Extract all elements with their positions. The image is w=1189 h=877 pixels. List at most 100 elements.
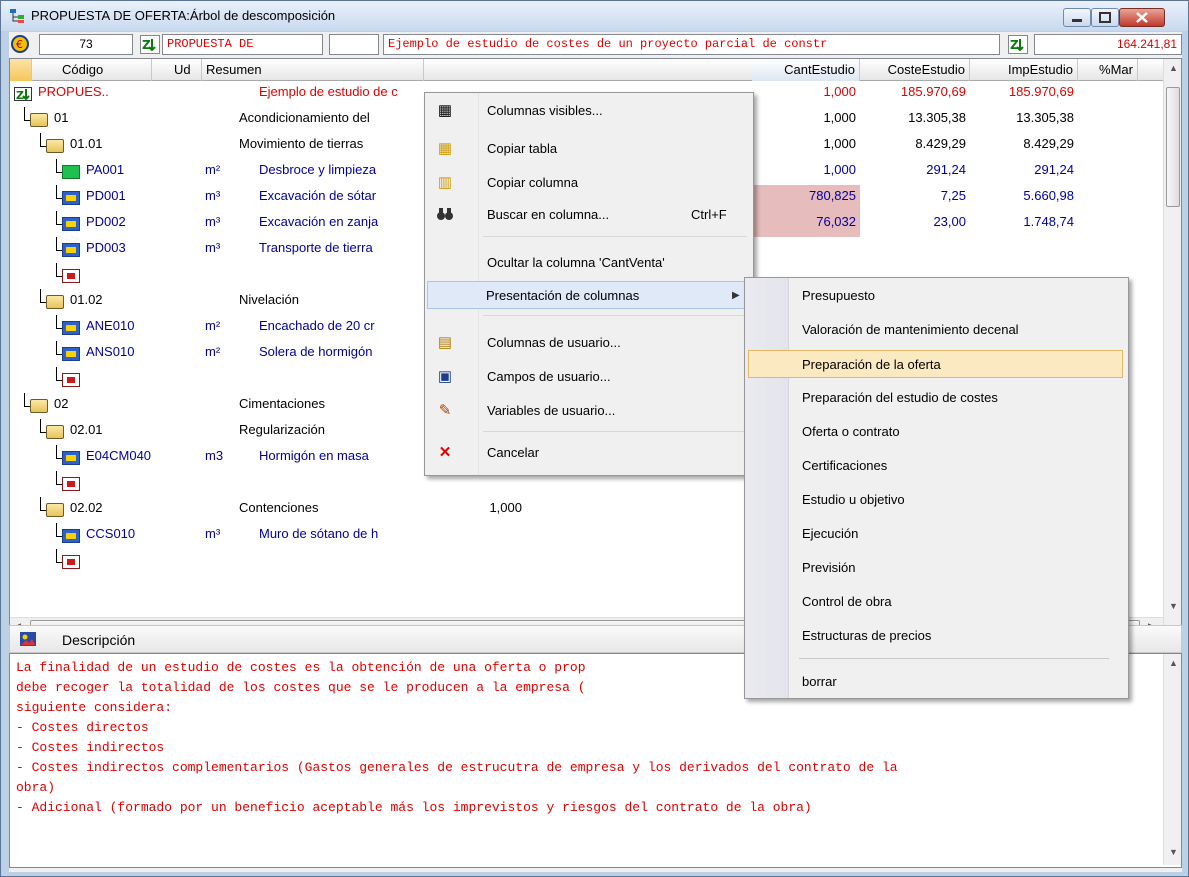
count-field[interactable]: 73 [39,34,133,55]
menu-item-user-fields[interactable]: ▣ Campos de usuario... [427,363,751,391]
tree-app-icon [9,8,25,24]
description-title: Descripción [62,632,136,648]
cell-costeestudio: 7,25 [940,188,966,203]
scroll-down-arrow-icon[interactable]: ▼ [1169,601,1178,611]
cell-codigo: PD003 [86,240,126,255]
menu-item-hide-column[interactable]: Ocultar la columna 'CantVenta' [427,249,751,277]
submenu-item-control-obra[interactable]: Control de obra [748,588,1123,616]
submenu-item-mantenimiento[interactable]: Valoración de mantenimiento decenal [748,316,1123,344]
submenu-item-preparacion-oferta[interactable]: Preparación de la oferta [748,350,1123,378]
binoculars-icon [436,206,454,224]
col-header-costeestudio[interactable]: CosteEstudio [860,59,970,81]
menu-item-visible-columns[interactable]: ▦ Columnas visibles... [427,97,751,125]
chapter-folder-icon[interactable] [46,139,64,153]
maximize-button[interactable] [1091,8,1119,27]
col-header-impestudio[interactable]: ImpEstudio [970,59,1078,81]
col-header-ud[interactable]: Ud [152,59,202,81]
submenu-item-ejecucion[interactable]: Ejecución [748,520,1123,548]
code-field[interactable]: PROPUESTA DE [162,34,323,55]
close-button[interactable] [1119,8,1165,27]
grid-vertical-scrollbar[interactable]: ▲ ▼ [1163,59,1181,635]
chapter-folder-icon[interactable] [46,425,64,439]
submenu-item-preparacion-estudio[interactable]: Preparación del estudio de costes [748,384,1123,412]
tree-connector [56,523,57,537]
item-unit-icon[interactable] [62,321,80,335]
window-title: PROPUESTA DE OFERTA:Árbol de descomposic… [31,8,336,23]
visible-columns-icon: ▦ [437,102,453,119]
unit-field[interactable] [329,34,379,55]
cell-impestudio: 5.660,98 [1023,188,1074,203]
cell-resumen [259,263,424,289]
item-unit-icon[interactable] [62,243,80,257]
total-field[interactable]: 164.241,81 [1034,34,1182,55]
grid-header: Código Ud Resumen CantEstudio CosteEstud… [10,59,1163,81]
menu-item-user-variables[interactable]: ✎ Variables de usuario... [427,397,751,425]
cell-codigo: PD002 [86,214,126,229]
submenu-item-estructuras-precios[interactable]: Estructuras de precios [748,622,1123,650]
cell-ud: m³ [205,214,221,229]
description-scrollbar[interactable]: ▲ ▼ [1163,654,1181,865]
picture-icon[interactable] [20,632,36,646]
cell-resumen: Excavación de sótar [259,188,377,203]
submenu-item-borrar[interactable]: borrar [748,668,1123,696]
svg-text:€: € [16,38,23,51]
end-marker-icon[interactable] [62,373,80,387]
desc-scroll-down-icon[interactable]: ▼ [1169,847,1178,857]
col-header-codigo[interactable]: Código [32,59,152,81]
menu-item-user-columns[interactable]: ▤ Columnas de usuario... [427,329,751,357]
cell-codigo [86,471,202,497]
desc-scroll-up-icon[interactable]: ▲ [1169,658,1178,668]
submenu-item-prevision[interactable]: Previsión [748,554,1123,582]
euro-coin-icon[interactable]: € [11,35,29,53]
item-unit-icon[interactable] [62,217,80,231]
menu-item-label: Copiar tabla [487,141,558,156]
minimize-button[interactable] [1063,8,1091,27]
submenu-item-label: Ejecución [802,526,859,541]
menu-item-column-presentation[interactable]: Presentación de columnas ▶ [427,281,751,309]
menu-item-search-column[interactable]: Buscar en columna... Ctrl+F [427,201,751,229]
col-header-resumen[interactable]: Resumen [202,59,424,81]
sort-za-icon-2[interactable]: Z [1008,35,1028,54]
cell-codigo: PD001 [86,188,126,203]
cell-codigo [86,367,202,393]
end-marker-icon[interactable] [62,477,80,491]
submenu-item-certificaciones[interactable]: Certificaciones [748,452,1123,480]
submenu-item-oferta-contrato[interactable]: Oferta o contrato [748,418,1123,446]
chapter-folder-icon[interactable] [30,113,48,127]
cell-codigo: E04CM040 [86,448,152,463]
chapter-folder-icon[interactable] [30,399,48,413]
item-unit-icon[interactable] [62,191,80,205]
item-unit-icon[interactable] [62,347,80,361]
col-header-cantestudio[interactable]: CantEstudio [752,59,860,81]
cell-codigo: 01.02 [70,292,103,307]
summary-field[interactable]: Ejemplo de estudio de costes de un proye… [383,34,1000,55]
submenu-arrow-icon: ▶ [732,290,740,301]
end-marker-icon[interactable] [62,269,80,283]
cell-impestudio: 291,24 [1034,162,1074,177]
sort-za-icon[interactable]: Z [140,35,160,54]
submenu-item-presupuesto[interactable]: Presupuesto [748,282,1123,310]
menu-item-label: Columnas de usuario... [487,335,621,350]
scroll-up-arrow-icon[interactable]: ▲ [1169,63,1178,73]
menu-item-copy-column[interactable]: ▥ Copiar columna [427,169,751,197]
cell-ud: m² [205,162,221,177]
submenu-item-label: Preparación de la oferta [802,357,941,372]
menu-item-copy-table[interactable]: ▦ Copiar tabla [427,135,751,163]
tree-connector [24,107,25,121]
root-budget-icon[interactable]: Z [14,87,32,102]
vertical-scroll-thumb[interactable] [1166,87,1180,207]
cell-ud: m³ [205,240,221,255]
cancel-icon: ✕ [438,444,452,461]
menu-item-label: Ocultar la columna 'CantVenta' [487,255,665,270]
item-unit-icon[interactable] [62,529,80,543]
menu-item-cancel[interactable]: ✕ Cancelar [427,439,751,467]
item-green-icon[interactable] [62,165,80,179]
item-unit-icon[interactable] [62,451,80,465]
cell-cantestudio: 780,825 [752,185,860,211]
end-marker-icon[interactable] [62,555,80,569]
chapter-folder-icon[interactable] [46,295,64,309]
col-header-margin[interactable]: %Mar [1078,59,1138,81]
title-bar[interactable]: PROPUESTA DE OFERTA:Árbol de descomposic… [1,1,1188,31]
submenu-item-estudio-objetivo[interactable]: Estudio u objetivo [748,486,1123,514]
chapter-folder-icon[interactable] [46,503,64,517]
